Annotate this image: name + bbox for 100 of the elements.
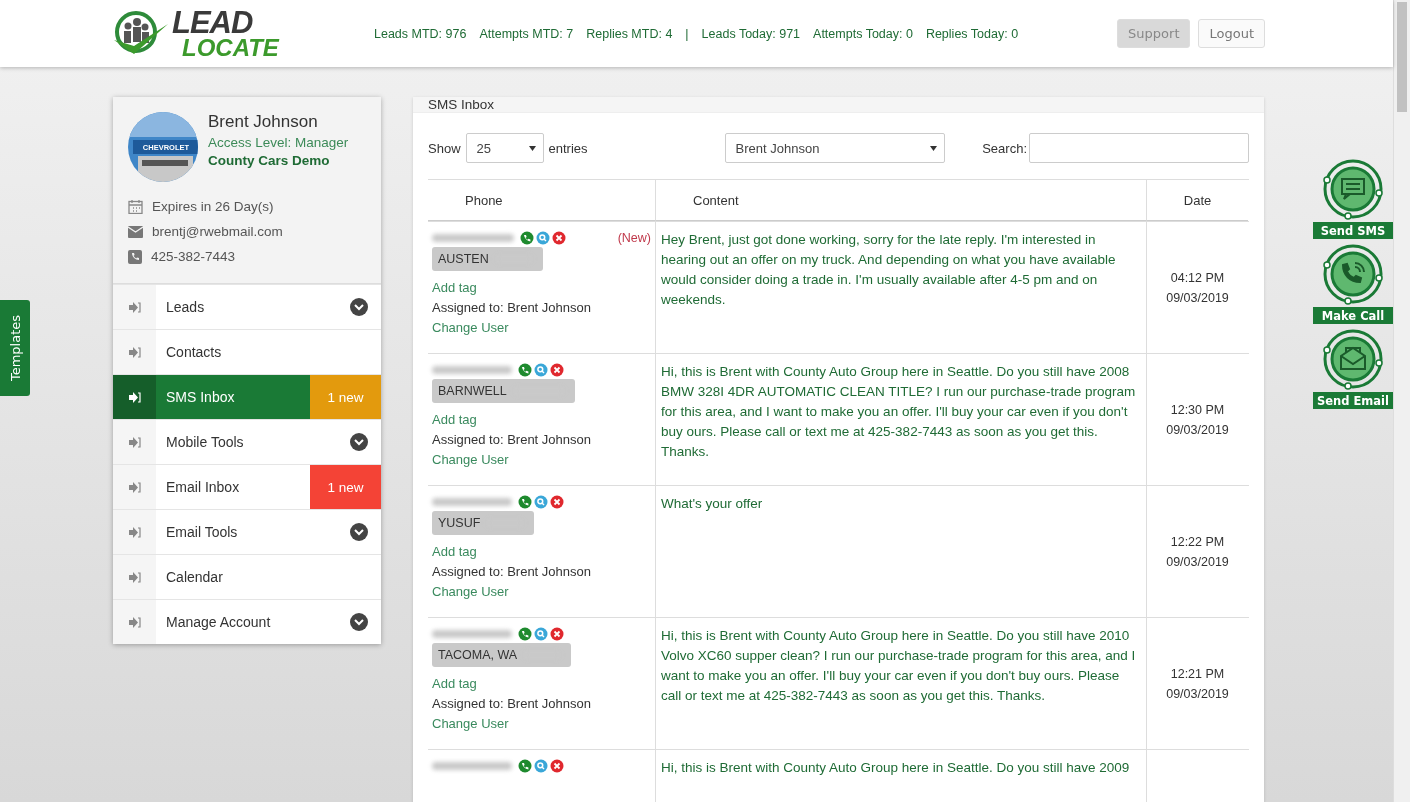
search-icon[interactable] — [534, 363, 548, 377]
sign-in-icon — [128, 526, 141, 538]
delete-icon[interactable] — [550, 363, 564, 377]
stat-text: Replies MTD: 4 — [586, 26, 673, 41]
search-icon[interactable] — [536, 231, 550, 245]
envelope-icon[interactable] — [1322, 328, 1384, 390]
message-text: Hi, this is Brent with County Auto Group here in Seattle. Do you still have 2010 Volvo XC60 supper clean? I run our purchase-trade program for this area, and I want to make you an offer. I'll buy your car even if you don't buy ours. Please call or text me at 425-382-7443 as soon as you get this. Thanks. — [661, 628, 1136, 703]
delete-icon[interactable] — [550, 627, 564, 641]
add-tag-link[interactable]: Add tag — [432, 674, 651, 694]
panel-title: SMS Inbox — [413, 97, 1264, 113]
menu-item[interactable]: Email Inbox 1 new — [113, 464, 381, 509]
message-date: 09/03/2019 — [1166, 685, 1229, 703]
action-button[interactable]: Send SMS — [1313, 222, 1393, 239]
action-button[interactable]: Make Call — [1313, 307, 1393, 324]
action-button[interactable]: Send Email — [1313, 392, 1393, 409]
add-tag-link[interactable]: Add tag — [432, 278, 651, 298]
caret-icon — [528, 145, 536, 151]
delete-icon[interactable] — [552, 231, 566, 245]
call-icon[interactable] — [518, 627, 532, 641]
stat-text: | — [685, 26, 689, 41]
assigned-text: Assigned to: Brent Johnson — [432, 695, 592, 713]
message-time: 12:30 PM — [1170, 401, 1225, 419]
sign-in-icon — [128, 436, 141, 448]
call-icon[interactable] — [518, 363, 532, 377]
user-select[interactable]: Brent Johnson — [724, 133, 945, 163]
contact-tag: BARNWELL — [432, 379, 575, 403]
call-icon[interactable] — [518, 759, 532, 773]
phone-icon — [128, 249, 142, 264]
chat-icon[interactable] — [1322, 158, 1384, 220]
menu-item[interactable]: SMS Inbox 1 new — [113, 374, 381, 419]
search-icon[interactable] — [534, 495, 548, 509]
search-icon[interactable] — [534, 627, 548, 641]
column-header[interactable]: Date — [1146, 180, 1248, 221]
profile-detail: 425-382-7443 — [151, 249, 236, 264]
profile-detail: brentj@rwebmail.com — [152, 224, 283, 239]
chevron-icon — [350, 613, 368, 631]
message-text: What's your offer — [661, 496, 763, 511]
message-text: Hey Brent, just got done working, sorry for the late reply. I'm interested in hearing out an offer on my truck. And depending on what you have available would consider doing a trade in. I'm usually available after 4-5 pm and on weekends. — [661, 232, 1116, 307]
delete-icon[interactable] — [550, 495, 564, 509]
caret-icon — [929, 145, 937, 151]
stat-text: Attempts Today: 0 — [813, 26, 913, 41]
message-text: Hi, this is Brent with County Auto Group here in Seattle. Do you still have 2009 — [661, 760, 1130, 775]
assigned-text: Assigned to: Brent Johnson — [432, 299, 592, 317]
add-tag-link[interactable]: Add tag — [432, 410, 651, 430]
new-badge: 1 new — [310, 465, 381, 509]
message-time: 12:22 PM — [1170, 533, 1225, 551]
stat-text: Leads MTD: 976 — [374, 26, 467, 41]
user-name: Brent Johnson — [208, 112, 319, 132]
menu-item[interactable]: Calendar — [113, 554, 381, 599]
call-icon[interactable] — [518, 495, 532, 509]
column-header[interactable]: Content — [655, 180, 1146, 221]
contact-tag: AUSTEN — [432, 247, 543, 271]
stat-text: Leads Today: 971 — [701, 26, 801, 41]
scrollbar[interactable] — [1393, 0, 1410, 802]
page-size-select[interactable]: 25 — [465, 133, 544, 163]
search-label: Search: — [982, 140, 1027, 156]
chevron-icon — [350, 298, 368, 316]
entries-label: entries — [548, 140, 588, 156]
new-label: (New) — [617, 231, 651, 245]
call-icon[interactable] — [520, 231, 534, 245]
change-user-link[interactable]: Change User — [432, 714, 651, 734]
sign-in-icon — [128, 391, 141, 403]
change-user-link[interactable]: Change User — [432, 582, 651, 602]
sign-in-icon — [128, 346, 141, 358]
change-user-link[interactable]: Change User — [432, 318, 651, 338]
message-time: 12:21 PM — [1170, 665, 1225, 683]
menu-item[interactable]: Manage Account — [113, 599, 381, 644]
header-button[interactable]: Logout — [1198, 19, 1265, 48]
menu-item[interactable]: Contacts — [113, 329, 381, 374]
phone-icon[interactable] — [1322, 243, 1384, 305]
stat-text: Replies Today: 0 — [925, 26, 1019, 41]
column-header[interactable]: Phone — [428, 180, 655, 221]
delete-icon[interactable] — [550, 759, 564, 773]
message-text: Hi, this is Brent with County Auto Group here in Seattle. Do you still have 2008 BMW 328I 4DR AUTOMATIC CLEAN TITLE? I run our purchase-trade program for this area, and I want to make you an offer. I'll buy your car even if you don't buy ours. Please call or text me at 425-382-7443 as soon as you get this. Thanks. — [661, 364, 1136, 459]
sign-in-icon — [128, 481, 141, 493]
logo-text: LEAD — [172, 8, 253, 37]
new-badge: 1 new — [310, 375, 381, 419]
sign-in-icon — [128, 301, 141, 313]
templates-tab[interactable]: Templates — [0, 300, 30, 396]
message-time: 04:12 PM — [1170, 269, 1225, 287]
menu-item[interactable]: Mobile Tools — [113, 419, 381, 464]
calendar-icon — [128, 199, 143, 214]
sign-in-icon — [128, 616, 141, 628]
access-level: Access Level: Manager — [208, 135, 349, 150]
profile-detail: Expires in 26 Day(s) — [152, 199, 274, 214]
show-label: Show — [428, 140, 461, 156]
chevron-icon — [350, 523, 368, 541]
add-tag-link[interactable]: Add tag — [432, 542, 651, 562]
menu-item[interactable]: Leads — [113, 284, 381, 329]
message-date: 09/03/2019 — [1166, 553, 1229, 571]
sign-in-icon — [128, 571, 141, 583]
message-date: 09/03/2019 — [1166, 421, 1229, 439]
search-icon[interactable] — [534, 759, 548, 773]
stat-text: Attempts MTD: 7 — [479, 26, 574, 41]
assigned-text: Assigned to: Brent Johnson — [432, 431, 592, 449]
change-user-link[interactable]: Change User — [432, 450, 651, 470]
contact-tag: YUSUF — [432, 511, 535, 535]
search-field[interactable] — [1029, 133, 1249, 163]
menu-item[interactable]: Email Tools — [113, 509, 381, 554]
contact-tag: TACOMA, WA — [432, 643, 572, 667]
